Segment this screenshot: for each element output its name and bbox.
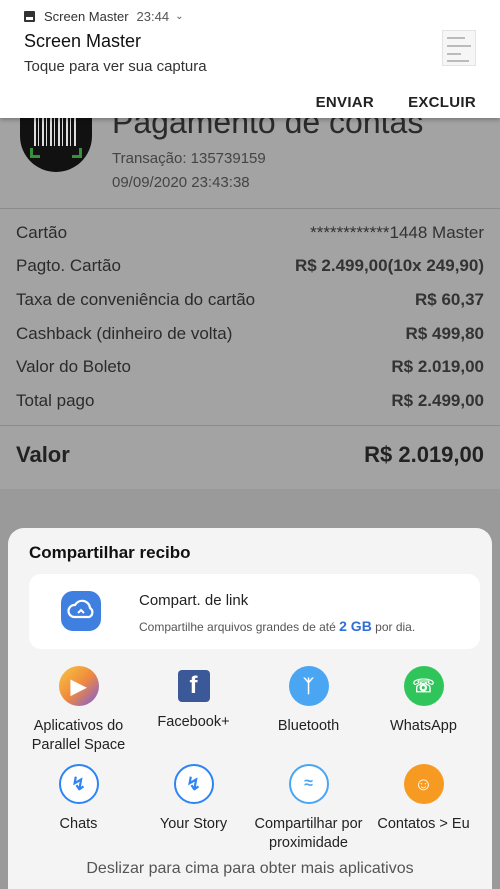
detail-label: Cashback (dinheiro de volta) <box>16 323 233 343</box>
notification-time: 23:44 <box>136 9 170 24</box>
notification-title: Screen Master <box>24 31 142 51</box>
screenshot-thumbnail[interactable] <box>442 30 476 66</box>
parallel-space-icon: ▶ <box>53 661 104 711</box>
share-target-your-story[interactable]: ↯ Your Story <box>136 761 251 834</box>
share-target-label: Contatos > Eu <box>377 816 470 832</box>
detail-value: ************1448 Master <box>310 222 484 242</box>
share-sheet-title: Compartilhar recibo <box>29 543 191 562</box>
bluetooth-icon: ᛉ <box>283 661 334 711</box>
screenshot-app-icon <box>24 11 35 22</box>
divider <box>0 208 500 209</box>
transaction-id: Transação: 135739159 <box>112 150 266 167</box>
share-target-label: Bluetooth <box>277 718 340 734</box>
delete-button[interactable]: EXCLUIR <box>408 94 476 111</box>
notification-app-name: Screen Master <box>44 9 129 24</box>
link-share-title: Compart. de link <box>139 592 249 609</box>
messenger-story-icon: ↯ <box>170 761 217 807</box>
chevron-down-icon[interactable]: ⌄ <box>175 11 183 22</box>
share-target-parallel-space[interactable]: ▶ Aplicativos do Parallel Space <box>21 661 136 755</box>
facebook-icon: f <box>177 670 210 702</box>
detail-value: R$ 2.499,00(10x 249,90) <box>294 256 484 276</box>
screenshot-notification[interactable]: Screen Master 23:44 ⌄ Screen Master Toqu… <box>0 0 500 118</box>
detail-label: Taxa de conveniência do cartão <box>16 289 256 309</box>
total-row: Valor R$ 2.019,00 <box>16 442 484 468</box>
share-target-bluetooth[interactable]: ᛉ Bluetooth <box>251 661 366 736</box>
share-target-label: Chats <box>59 816 98 832</box>
link-share-cloud-icon <box>61 591 101 631</box>
detail-label: Valor do Boleto <box>16 357 131 377</box>
detail-value: R$ 2.499,00 <box>391 390 484 410</box>
divider <box>0 425 500 426</box>
detail-row-cashback: Cashback (dinheiro de volta) R$ 499,80 <box>0 317 500 351</box>
detail-value: R$ 60,37 <box>415 289 484 309</box>
detail-label: Total pago <box>16 390 95 410</box>
detail-value: R$ 499,80 <box>405 323 484 343</box>
share-sheet: Compartilhar recibo Compart. de link Com… <box>8 528 492 889</box>
detail-row-total-paid: Total pago R$ 2.499,00 <box>0 384 500 418</box>
send-button[interactable]: ENVIAR <box>316 94 374 111</box>
total-label: Valor <box>16 442 70 467</box>
whatsapp-icon: ☏ <box>398 661 449 711</box>
share-target-contacts-me[interactable]: ☺ Contatos > Eu <box>366 759 481 834</box>
share-target-label: Aplicativos do Parallel Space <box>31 718 126 753</box>
detail-label: Cartão <box>16 222 68 242</box>
share-target-label: Your Story <box>159 816 228 832</box>
link-share-card[interactable]: Compart. de link Compartilhe arquivos gr… <box>29 574 480 649</box>
notification-header: Screen Master 23:44 ⌄ <box>24 9 183 24</box>
share-target-facebook[interactable]: f Facebook+ <box>136 666 251 732</box>
transaction-datetime: 09/09/2020 23:43:38 <box>112 174 250 191</box>
share-target-whatsapp[interactable]: ☏ WhatsApp <box>366 661 481 736</box>
receipt-details: Cartão ************1448 Master Pagto. Ca… <box>0 216 500 418</box>
share-target-nearby[interactable]: ≈ Compartilhar por proximidade <box>251 761 366 853</box>
notification-text: Toque para ver sua captura <box>24 58 207 75</box>
contacts-icon: ☺ <box>398 759 449 809</box>
detail-row-boleto: Valor do Boleto R$ 2.019,00 <box>0 350 500 384</box>
share-target-label: Facebook+ <box>157 714 230 730</box>
detail-row-card: Cartão ************1448 Master <box>0 216 500 250</box>
nearby-share-icon: ≈ <box>285 761 332 807</box>
notification-actions: ENVIAR EXCLUIR <box>316 94 476 111</box>
total-value: R$ 2.019,00 <box>364 442 484 467</box>
link-share-subtitle: Compartilhe arquivos grandes de até 2 GB… <box>139 618 416 634</box>
more-apps-hint[interactable]: Deslizar para cima para obter mais aplic… <box>8 860 492 878</box>
detail-row-fee: Taxa de conveniência do cartão R$ 60,37 <box>0 283 500 317</box>
detail-row-card-payment: Pagto. Cartão R$ 2.499,00(10x 249,90) <box>0 250 500 284</box>
share-target-label: WhatsApp <box>390 718 457 734</box>
messenger-chats-icon: ↯ <box>55 761 102 807</box>
detail-label: Pagto. Cartão <box>16 256 121 276</box>
share-target-label: Compartilhar por proximidade <box>254 816 363 851</box>
detail-value: R$ 2.019,00 <box>391 357 484 377</box>
share-target-chats[interactable]: ↯ Chats <box>21 761 136 834</box>
